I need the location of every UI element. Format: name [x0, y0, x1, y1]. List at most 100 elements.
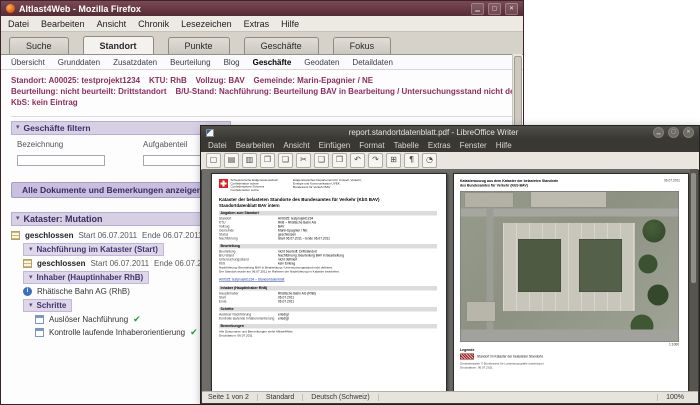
map-building	[530, 191, 607, 208]
kataster-swatch-icon	[460, 353, 474, 360]
swiss-flag-icon	[219, 179, 228, 188]
beurteilung-info-line: Beurteilung: nicht beurteilt: Drittstand…	[11, 87, 513, 96]
tab-geschaefte[interactable]: Geschäfte	[243, 37, 319, 54]
show-all-documents-button[interactable]: Alle Dokumente und Bemerkungen anzeigen	[11, 182, 213, 198]
group-label: Schritte	[36, 301, 67, 310]
tab-standort[interactable]: Standort	[82, 36, 154, 54]
close-icon[interactable]: ✕	[505, 2, 518, 15]
export-pdf-icon[interactable]: ❐	[260, 153, 275, 168]
print-icon[interactable]: ❏	[278, 153, 293, 168]
writer-titlebar[interactable]: report.standortdatenblatt.pdf - LibreOff…	[201, 126, 699, 139]
group-schritte[interactable]: ▾ Schritte	[23, 299, 73, 312]
app-tabstrip: Suche Standort Punkte Geschäfte Fokus	[1, 32, 523, 55]
group-nachfuehrung[interactable]: ▾ Nachführung im Kataster (Start)	[23, 243, 164, 256]
subtab-beurteilung[interactable]: Beurteilung	[170, 58, 210, 67]
bezeichnung-label: Bezeichnung	[17, 140, 64, 149]
menu-item[interactable]: Ansicht	[283, 141, 309, 150]
map-title-line2: des Bundesamtes für Verkehr (KbS BAV)	[460, 184, 528, 188]
map-trees	[642, 219, 666, 243]
menu-item[interactable]: Datei	[208, 141, 227, 150]
paste-icon[interactable]: ❒	[332, 153, 347, 168]
maximize-icon[interactable]: ▢	[488, 2, 501, 15]
tab-suche[interactable]: Suche	[9, 37, 69, 54]
menu-item[interactable]: Format	[359, 141, 384, 150]
undo-icon[interactable]: ↶	[350, 153, 365, 168]
map-building	[466, 301, 496, 322]
standort-link[interactable]: A00025: testprojekt1234 – Standortdatenb…	[219, 278, 284, 282]
task-icon	[35, 328, 44, 337]
collapse-icon: ▾	[29, 301, 33, 309]
scrollbar-thumb[interactable]	[514, 56, 522, 130]
new-icon[interactable]: ▢	[206, 153, 221, 168]
subtab-grunddaten[interactable]: Grunddaten	[58, 58, 100, 67]
menu-item[interactable]: Bearbeiten	[236, 141, 275, 150]
save-icon[interactable]: ▥	[242, 153, 257, 168]
nachfuehrung-start: Start 06.07.2011	[90, 259, 150, 268]
maximize-icon[interactable]: ▢	[668, 127, 679, 138]
minimize-icon[interactable]: ▁	[471, 2, 484, 15]
statusbar-page: Seite 1 von 2	[208, 394, 258, 401]
section-header: Schritte	[219, 307, 437, 312]
close-icon[interactable]: ✕	[683, 127, 694, 138]
formatting-marks-icon[interactable]: ¶	[404, 153, 419, 168]
menu-item[interactable]: Ansicht	[97, 19, 127, 29]
kataster-title: Kataster: Mutation	[23, 214, 103, 224]
table-icon[interactable]: ⊞	[386, 153, 401, 168]
copy-icon[interactable]: ❑	[314, 153, 329, 168]
collapse-icon: ▾	[29, 273, 33, 281]
subtab-geschaefte[interactable]: Geschäfte	[253, 58, 292, 67]
group-label: Inhaber (Hauptinhaber RhB)	[36, 273, 144, 282]
minimize-icon[interactable]: ▁	[653, 127, 664, 138]
document-area: Schweizerische Eidgenossenschaft Confédér…	[202, 169, 698, 392]
collapse-icon: ▾	[29, 245, 33, 253]
zoom-icon[interactable]: ◔	[422, 153, 437, 168]
firefox-icon	[6, 4, 15, 13]
filter-section-header[interactable]: ▾ Geschäfte filtern	[11, 121, 231, 135]
tab-fokus[interactable]: Fokus	[332, 37, 392, 54]
cut-icon[interactable]: ✂	[296, 153, 311, 168]
kbs-info-line: KbS: kein Eintrag	[11, 98, 78, 107]
menu-item[interactable]: Datei	[8, 19, 29, 29]
document-page-1: Schweizerische Eidgenossenschaft Confédér…	[211, 173, 447, 392]
menu-item[interactable]: Extras	[244, 19, 270, 29]
mutation-end: Ende 06.07.2011	[142, 231, 203, 240]
document-icon	[11, 231, 20, 240]
section-header: Beurteilung	[219, 244, 437, 249]
subtab-geodaten[interactable]: Geodaten	[304, 58, 339, 67]
menu-item[interactable]: Hilfe	[496, 141, 512, 150]
firefox-menubar: Datei Bearbeiten Ansicht Chronik Lesezeichen…	[1, 16, 523, 32]
check-icon: ✔	[133, 314, 141, 324]
menu-item[interactable]: Hilfe	[281, 19, 299, 29]
standort-info-line: Standort: A00025: testprojekt1234 KTU: R…	[11, 76, 374, 85]
menu-item[interactable]: Bearbeiten	[41, 19, 85, 29]
document-title: Kataster der belasteten Standorte des Bu…	[219, 197, 380, 202]
menu-item[interactable]: Fenster	[460, 141, 487, 150]
map-extract-title: Katasterauszug aus dem Kataster der bela…	[460, 179, 558, 188]
redo-icon[interactable]: ↷	[368, 153, 383, 168]
open-icon[interactable]: ▤	[224, 153, 239, 168]
libreoffice-icon	[206, 128, 214, 137]
firefox-titlebar[interactable]: Altlast4Web - Mozilla Firefox ▁ ▢ ✕	[1, 1, 523, 16]
tab-punkte[interactable]: Punkte	[167, 37, 230, 54]
subtab-zusatzdaten[interactable]: Zusatzdaten	[113, 58, 157, 67]
zoom-level[interactable]: 100%	[657, 394, 692, 401]
document-scrollbar[interactable]	[690, 169, 698, 392]
document-subtitle: Standortdatenblatt BAV intern	[219, 203, 280, 208]
menu-item[interactable]: Einfügen	[319, 141, 351, 150]
collapse-icon: ▾	[16, 124, 20, 131]
menu-item[interactable]: Chronik	[138, 19, 169, 29]
legend-item-label: Standort im Kataster der belasteten Stan…	[477, 354, 544, 359]
section-header: Angaben zum Standort	[219, 211, 437, 216]
bezeichnung-input[interactable]	[17, 155, 105, 166]
menu-item[interactable]: Tabelle	[394, 141, 419, 150]
group-inhaber[interactable]: ▾ Inhaber (Hauptinhaber RhB)	[23, 271, 150, 284]
scrollbar-thumb[interactable]	[691, 173, 696, 283]
subtab-detaildaten[interactable]: Detaildaten	[352, 58, 392, 67]
filter-title: Geschäfte filtern	[23, 123, 91, 133]
firefox-window-title: Altlast4Web - Mozilla Firefox	[19, 3, 141, 14]
menu-item[interactable]: Extras	[428, 141, 451, 150]
task-icon	[35, 315, 44, 324]
subtab-uebersicht[interactable]: Übersicht	[11, 58, 45, 67]
menu-item[interactable]: Lesezeichen	[181, 19, 232, 29]
subtab-blog[interactable]: Blog	[224, 58, 240, 67]
